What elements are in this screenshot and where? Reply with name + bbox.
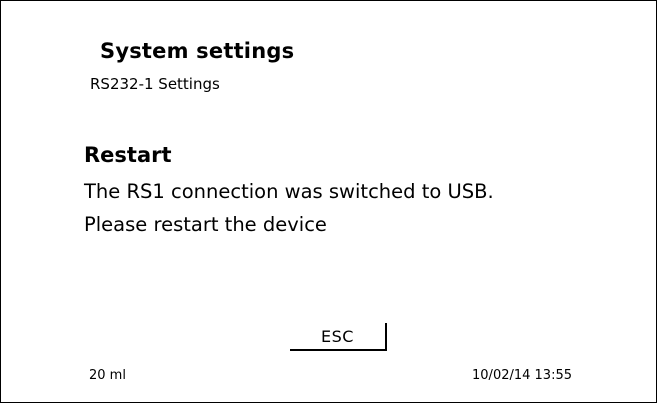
page-subtitle: RS232-1 Settings	[90, 75, 220, 93]
page-title: System settings	[100, 39, 295, 63]
esc-button[interactable]: ESC	[290, 323, 387, 351]
datetime-display: 10/02/14 13:55	[472, 368, 572, 383]
message-line-1: The RS1 connection was switched to USB.	[84, 180, 494, 203]
message-heading: Restart	[84, 143, 172, 167]
device-screen: System settings RS232-1 Settings Restart…	[0, 0, 657, 403]
message-line-2: Please restart the device	[84, 213, 327, 236]
volume-indicator: 20 ml	[89, 368, 126, 383]
